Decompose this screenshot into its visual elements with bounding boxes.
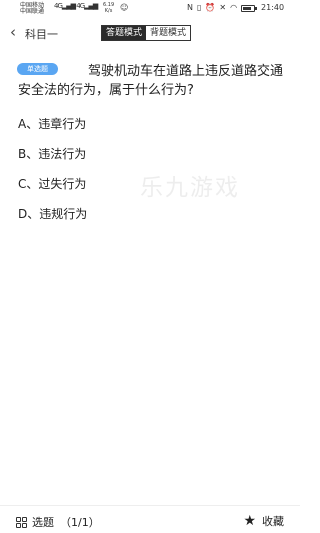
status-bar: 中国移动 中国联通 4G▂▄▆ 4G▂▄▆ 6.19 K/s ☺ N ▯ ⏰ ✕… bbox=[0, 0, 300, 18]
favorite-button[interactable]: ★ 收藏 bbox=[243, 513, 284, 529]
mode-toggle: 答题模式 背题模式 bbox=[101, 25, 192, 41]
mute-icon: ✕ bbox=[219, 3, 227, 12]
option-d[interactable]: D、违规行为 bbox=[18, 206, 87, 222]
system-icons: N ▯ ⏰ ✕ ◠ 21:40 bbox=[187, 4, 284, 12]
watermark: 乐九游戏 bbox=[140, 175, 240, 201]
chevron-left-icon: ‹ bbox=[10, 23, 16, 41]
nav-bar: ‹ 科目一 答题模式 背题模式 bbox=[0, 20, 300, 46]
battery-fill bbox=[243, 6, 252, 10]
net-type-2: 4G bbox=[76, 2, 85, 10]
network-speed: 6.19 K/s bbox=[103, 2, 114, 14]
grid-icon bbox=[16, 516, 27, 528]
clock: 21:40 bbox=[261, 3, 285, 12]
question-type-badge: 单选题 bbox=[17, 63, 58, 75]
favorite-label: 收藏 bbox=[262, 515, 284, 528]
battery-icon bbox=[241, 4, 258, 12]
option-b[interactable]: B、违法行为 bbox=[18, 146, 86, 162]
back-button[interactable]: ‹ bbox=[10, 24, 16, 40]
alarm-icon: ⏰ bbox=[205, 3, 216, 12]
page-title: 科目一 bbox=[25, 28, 58, 41]
vibrate-icon: ▯ bbox=[196, 3, 202, 12]
option-c[interactable]: C、过失行为 bbox=[18, 176, 86, 192]
nfc-icon: N bbox=[187, 3, 193, 12]
tab-answer-mode[interactable]: 答题模式 bbox=[102, 26, 147, 40]
app-notification-icon: ☺ bbox=[120, 3, 129, 12]
question-list-label: 选题 bbox=[32, 516, 54, 529]
tab-recite-mode[interactable]: 背题模式 bbox=[146, 26, 191, 40]
net-type-1: 4G bbox=[54, 2, 63, 10]
signal-icon: 4G▂▄▆ 4G▂▄▆ bbox=[54, 2, 98, 10]
notification-icons: ☺ bbox=[120, 4, 128, 12]
wifi-icon: ◠ bbox=[230, 3, 238, 12]
carrier-info: 中国移动 中国联通 bbox=[20, 3, 44, 15]
speed-unit: K/s bbox=[104, 8, 113, 14]
option-a[interactable]: A、违章行为 bbox=[18, 116, 86, 132]
carrier-2: 中国联通 bbox=[20, 8, 45, 15]
star-icon: ★ bbox=[243, 513, 256, 529]
bottom-bar: 选题 （1/1） ★ 收藏 bbox=[0, 505, 300, 533]
question-count: （1/1） bbox=[60, 516, 100, 529]
question-list-button[interactable]: 选题 （1/1） bbox=[16, 514, 100, 530]
